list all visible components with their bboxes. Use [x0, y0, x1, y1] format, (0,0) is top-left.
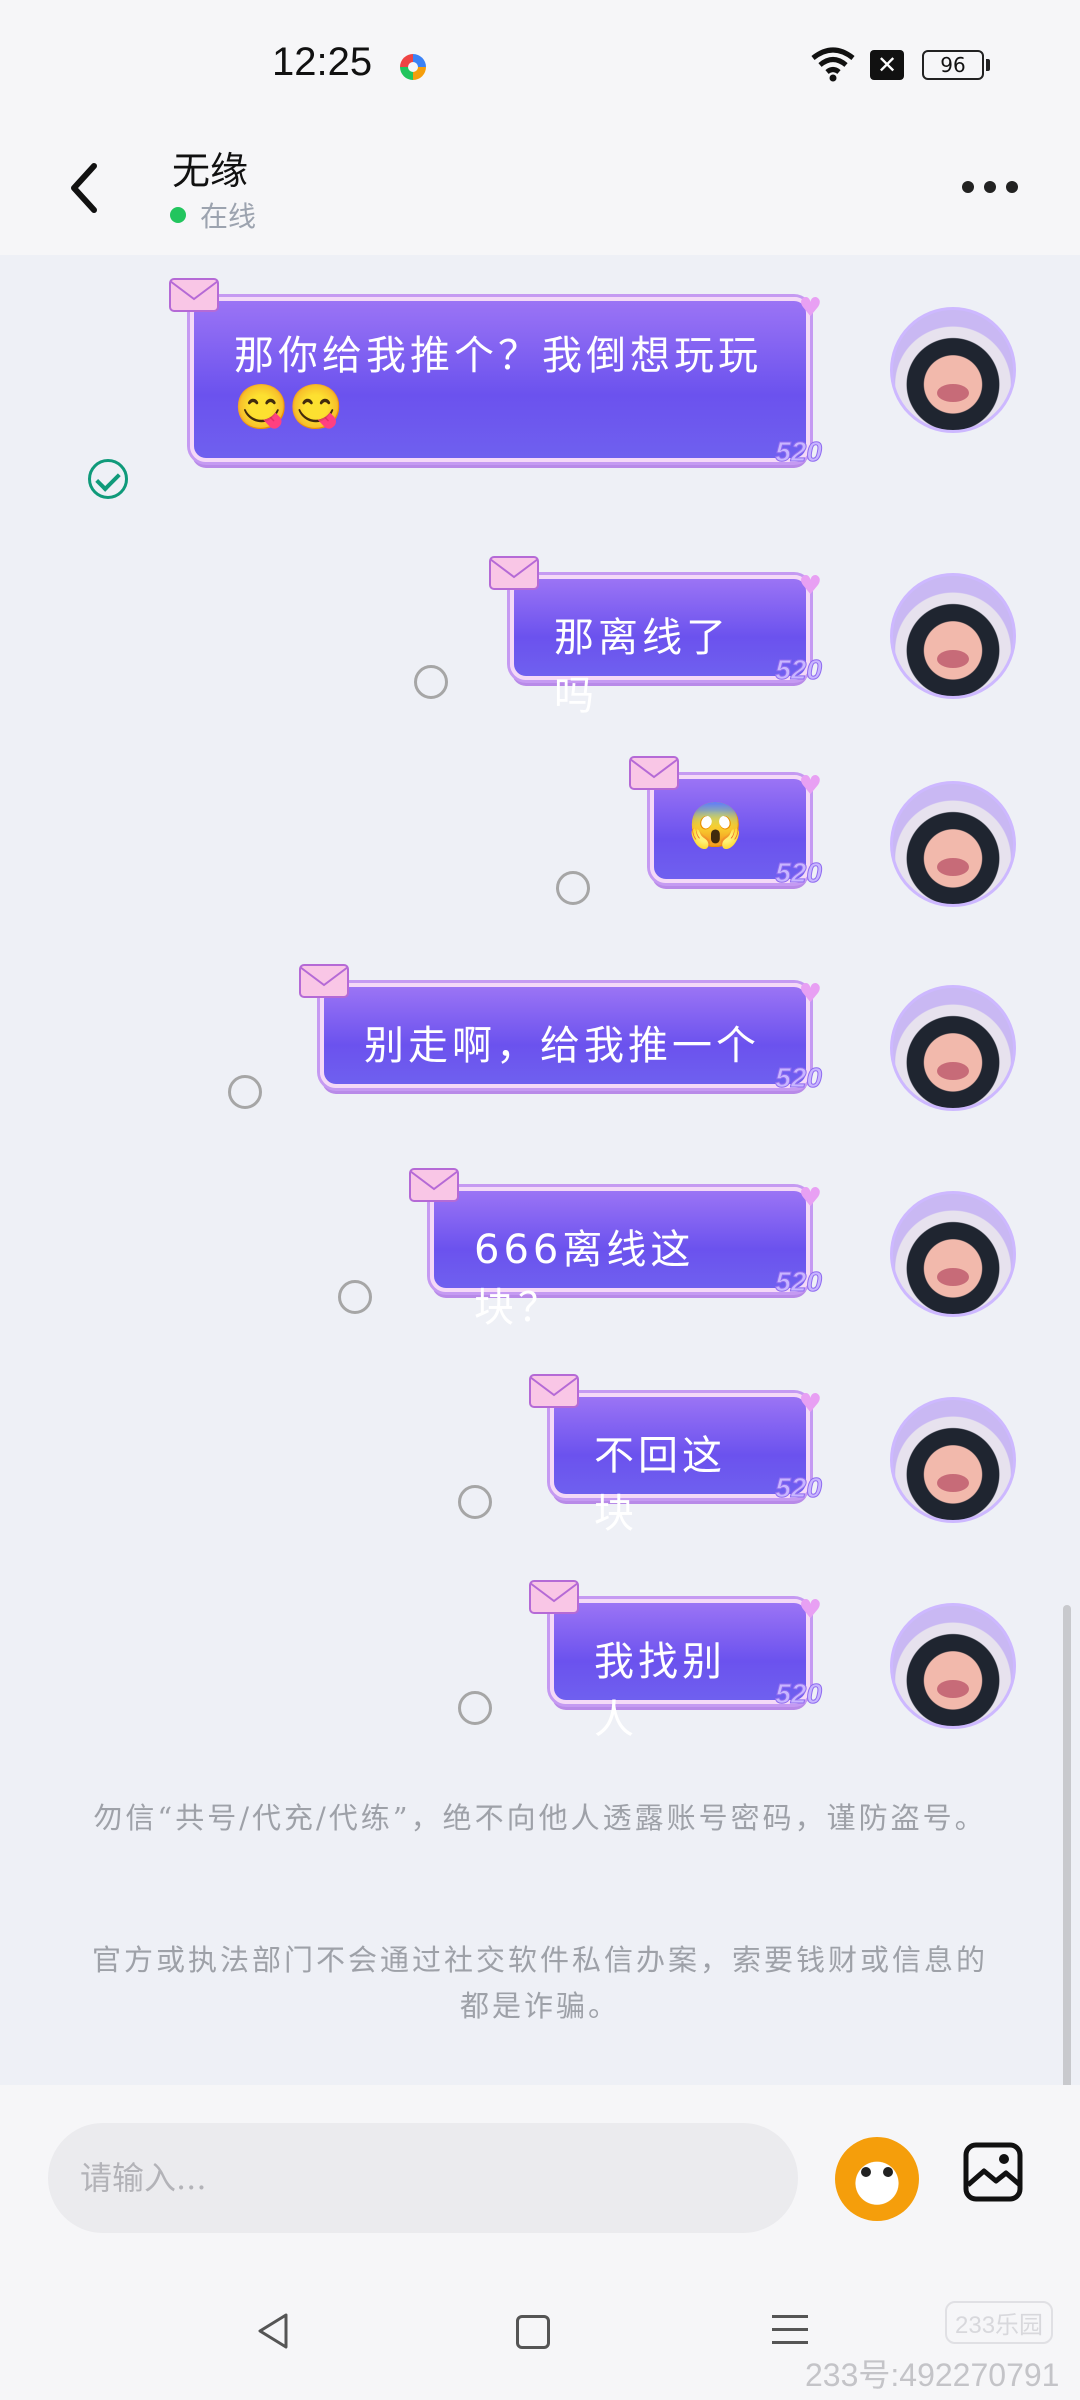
avatar[interactable] — [890, 1397, 1016, 1523]
heart-decoration: ♥ — [798, 1389, 826, 1419]
contact-name: 无缘 — [172, 149, 249, 193]
avatar[interactable] — [890, 781, 1016, 907]
sent-status-icon — [556, 871, 590, 905]
watermark-logo: 233乐园 — [945, 2301, 1054, 2344]
message-text: 那你给我推个？我倒想玩玩 — [234, 333, 762, 379]
input-bar — [0, 2085, 1080, 2245]
battery-tip — [986, 59, 990, 71]
avatar[interactable] — [890, 1603, 1016, 1729]
bubble-520-badge: 520 — [775, 1472, 823, 1504]
avatar[interactable] — [890, 1191, 1016, 1317]
sent-status-icon — [414, 665, 448, 699]
heart-decoration: ♥ — [798, 1595, 826, 1625]
status-time: 12:25 — [272, 40, 373, 84]
heart-decoration: ♥ — [798, 979, 826, 1009]
bubble-520-badge: 520 — [775, 1678, 823, 1710]
avatar[interactable] — [890, 307, 1016, 433]
message-bubble[interactable]: 😱 520 ♥ — [629, 756, 822, 889]
avatar[interactable] — [890, 573, 1016, 699]
no-sim-icon: ✕ — [870, 50, 904, 80]
envelope-icon — [529, 1580, 579, 1614]
message-bubble[interactable]: 不回这块 520 ♥ — [529, 1374, 822, 1537]
mascot-emoji-icon[interactable] — [835, 2137, 919, 2221]
message-text: 666离线这块？ — [474, 1227, 695, 1331]
message-text: 不回这块 — [594, 1433, 726, 1537]
system-nav-bar: 233乐园 233号:492270791 — [0, 2245, 1080, 2400]
envelope-icon — [409, 1168, 459, 1202]
envelope-icon — [629, 756, 679, 790]
watermark-text: 233号:492270791 — [805, 2357, 1060, 2393]
avatar[interactable] — [890, 985, 1016, 1111]
bubble-520-badge: 520 — [775, 1062, 823, 1094]
sent-status-icon — [228, 1075, 262, 1109]
nav-recents-icon[interactable] — [772, 2315, 808, 2354]
nav-home-icon[interactable] — [516, 2315, 550, 2349]
heart-decoration: ♥ — [798, 293, 826, 323]
envelope-icon — [529, 1374, 579, 1408]
message-text: 我找别人 — [594, 1639, 726, 1743]
nav-back-icon[interactable] — [256, 2311, 290, 2351]
message-bubble[interactable]: 那离线了吗 520 ♥ — [489, 556, 822, 719]
message-bubble[interactable]: 666离线这块？ 520 ♥ — [409, 1168, 822, 1331]
message-emoji: 😋😋 — [234, 382, 344, 433]
status-bar: 12:25 ✕ 96 — [0, 0, 1080, 130]
back-arrow-icon[interactable] — [60, 158, 110, 218]
chat-header: 无缘 在线 — [0, 130, 1080, 255]
image-picker-icon[interactable] — [962, 2141, 1024, 2203]
online-status: 在线 — [200, 200, 257, 233]
message-bubble[interactable]: 我找别人 520 ♥ — [529, 1580, 822, 1743]
heart-decoration: ♥ — [798, 1183, 826, 1213]
bubble-520-badge: 520 — [775, 1266, 823, 1298]
envelope-icon — [299, 964, 349, 998]
wifi-icon — [811, 47, 855, 82]
security-notice: 勿信“共号/代充/代练”，绝不向他人透露账号密码，谨防盗号。 — [93, 1801, 987, 1835]
sent-status-icon — [338, 1280, 372, 1314]
fraud-notice: 官方或执法部门不会通过社交软件私信办案，索要钱财或信息的都是诈骗。 — [91, 1943, 988, 2023]
online-indicator — [170, 207, 186, 223]
chat-area[interactable]: 那你给我推个？我倒想玩玩 😋😋 520 ♥ 那离线了吗 520 ♥ 😱 520 … — [0, 255, 1080, 2335]
bubble-520-badge: 520 — [775, 654, 823, 686]
message-bubble[interactable]: 别走啊，给我推一个 520 ♥ — [299, 964, 822, 1094]
more-options-icon[interactable] — [962, 178, 1032, 208]
envelope-icon — [169, 278, 219, 312]
message-text: 别走啊，给我推一个 — [364, 1023, 760, 1069]
read-check-icon — [88, 459, 128, 499]
message-text: 那离线了吗 — [554, 615, 730, 719]
bubble-520-badge: 520 — [775, 436, 823, 468]
envelope-icon — [489, 556, 539, 590]
message-emoji: 😱 — [688, 800, 743, 851]
message-input[interactable] — [48, 2123, 798, 2233]
sent-status-icon — [458, 1485, 492, 1519]
sent-status-icon — [458, 1691, 492, 1725]
heart-decoration: ♥ — [798, 571, 826, 601]
battery-icon: 96 — [922, 50, 984, 80]
bubble-520-badge: 520 — [775, 857, 823, 889]
message-bubble[interactable]: 那你给我推个？我倒想玩玩 😋😋 520 ♥ — [169, 278, 822, 468]
app-notification-icon — [400, 54, 426, 80]
heart-decoration: ♥ — [798, 771, 826, 801]
